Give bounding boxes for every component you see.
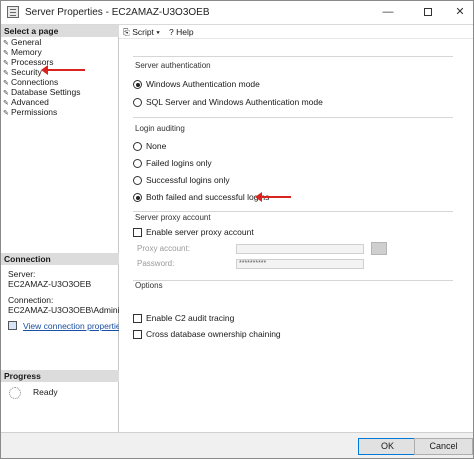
close-button[interactable]: ✕ (451, 4, 469, 20)
script-icon: ⎘ (123, 27, 130, 37)
connection-properties-icon (8, 321, 17, 330)
login-auditing-label: Login auditing (135, 124, 185, 133)
proxy-account-input[interactable] (236, 244, 364, 254)
server-properties-window: Server Properties - EC2AMAZ-U3O3OEB — ✕ … (0, 0, 474, 459)
proxy-account-label: Proxy account: (137, 244, 190, 253)
radio-unselected-icon (133, 176, 142, 186)
checkbox-icon (133, 330, 142, 340)
options-label: Options (135, 281, 163, 290)
server-value: EC2AMAZ-U3O3OEB (8, 279, 92, 289)
page-item-permissions[interactable]: ✎ Permissions (3, 107, 80, 117)
progress-spinner-icon (9, 387, 21, 399)
cross-db-ownership-checkbox[interactable]: Cross database ownership chaining (133, 329, 281, 340)
radio-unselected-icon (133, 159, 142, 169)
c2-audit-checkbox[interactable]: Enable C2 audit tracing (133, 313, 234, 324)
server-authentication-label: Server authentication (135, 61, 211, 70)
browse-proxy-button[interactable] (371, 242, 387, 255)
dialog-footer: OK Cancel (1, 432, 473, 458)
cancel-button[interactable]: Cancel (414, 438, 473, 455)
annotation-arrow-audit (255, 192, 291, 202)
help-button[interactable]: ? Help (169, 27, 194, 37)
checkbox-icon (133, 314, 142, 324)
checkbox-icon (133, 228, 142, 238)
ok-button[interactable]: OK (358, 438, 417, 455)
server-proxy-account-label: Server proxy account (135, 213, 211, 222)
title-bar: Server Properties - EC2AMAZ-U3O3OEB — ✕ (1, 1, 473, 25)
connection-header: Connection (1, 253, 119, 265)
page-item-advanced[interactable]: ✎ Advanced (3, 97, 80, 107)
progress-header: Progress (1, 370, 119, 382)
wrench-icon: ✎ (3, 110, 9, 117)
divider (133, 280, 453, 281)
page-item-memory[interactable]: ✎ Memory (3, 47, 80, 57)
divider (133, 117, 453, 118)
minimize-button[interactable]: — (379, 4, 397, 20)
page-item-connections[interactable]: ✎ Connections (3, 77, 80, 87)
divider (133, 211, 453, 212)
view-connection-properties-link[interactable]: View connection properties (23, 321, 125, 331)
audit-both-radio[interactable]: Both failed and successful logins (133, 192, 269, 203)
maximize-icon (424, 8, 432, 17)
script-button[interactable]: ⎘ Script ▾ (123, 27, 160, 38)
server-properties-icon (7, 6, 19, 18)
maximize-button[interactable] (419, 4, 437, 20)
auth-windows-radio[interactable]: Windows Authentication mode (133, 79, 260, 90)
audit-success-radio[interactable]: Successful logins only (133, 175, 230, 186)
audit-failed-radio[interactable]: Failed logins only (133, 158, 212, 169)
divider (133, 56, 453, 57)
toolbar: ⎘ Script ▾ ? Help (119, 25, 473, 39)
help-icon: ? (169, 27, 174, 37)
auth-mixed-radio[interactable]: SQL Server and Windows Authentication mo… (133, 97, 323, 108)
progress-status: Ready (33, 387, 58, 397)
page-item-general[interactable]: ✎ General (3, 37, 80, 47)
radio-selected-icon (133, 80, 142, 90)
radio-selected-icon (133, 193, 142, 203)
page-item-database-settings[interactable]: ✎ Database Settings (3, 87, 80, 97)
enable-proxy-checkbox[interactable]: Enable server proxy account (133, 227, 254, 238)
page-list: ✎ General ✎ Memory ✎ Processors ✎ Security ✎… (3, 37, 80, 117)
annotation-arrow-security (41, 65, 85, 75)
connection-label: Connection: (8, 295, 54, 305)
audit-none-radio[interactable]: None (133, 141, 166, 152)
password-label: Password: (137, 259, 175, 268)
security-page: ⎘ Script ▾ ? Help Server authentication … (119, 25, 473, 432)
select-page-header: Select a page (1, 25, 119, 37)
password-input[interactable]: ********** (236, 259, 364, 269)
radio-unselected-icon (133, 98, 142, 108)
window-title: Server Properties - EC2AMAZ-U3O3OEB (25, 7, 210, 18)
server-label: Server: (8, 269, 36, 279)
left-panel: Select a page ✎ General ✎ Memory ✎ Processo… (1, 25, 144, 432)
radio-unselected-icon (133, 142, 142, 152)
